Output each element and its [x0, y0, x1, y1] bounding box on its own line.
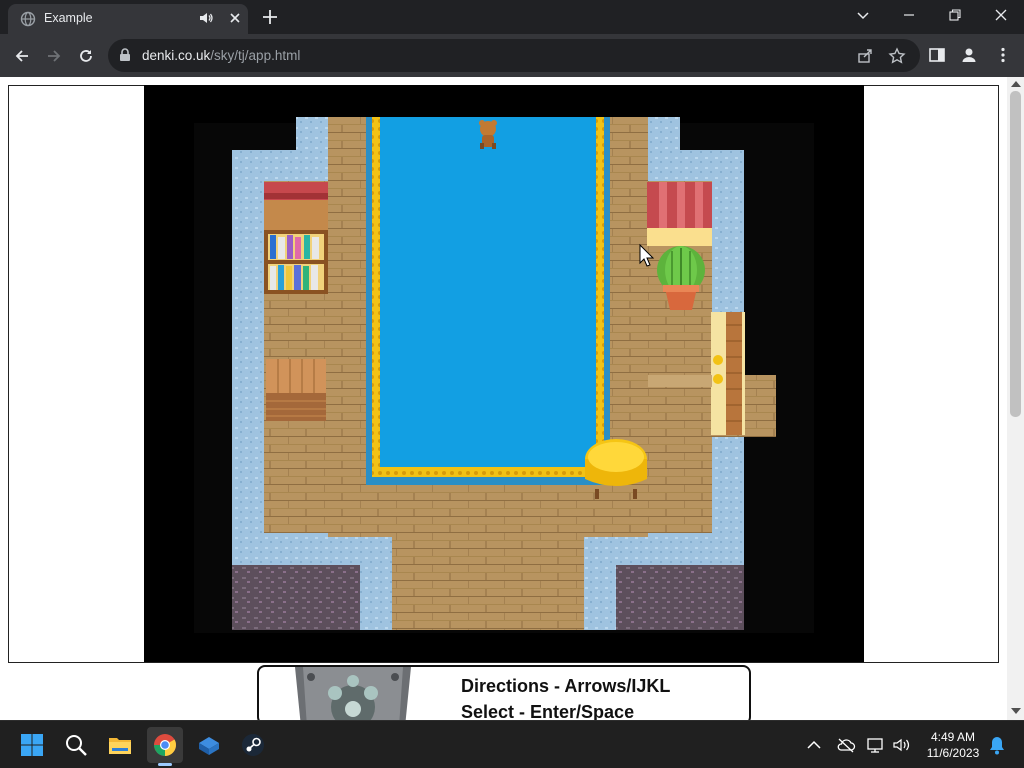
scrollbar-thumb[interactable]	[1010, 91, 1021, 417]
globe-icon	[20, 11, 36, 27]
plus-icon[interactable]	[259, 6, 281, 28]
minimize-button[interactable]	[894, 4, 924, 28]
browser-toolbar: denki.co.uk/sky/tj/app.html	[0, 34, 1024, 77]
chevron-up-icon[interactable]	[804, 736, 824, 754]
address-bar[interactable]: denki.co.uk/sky/tj/app.html	[108, 39, 920, 72]
active-app-indicator	[158, 763, 172, 766]
steam-button[interactable]	[235, 727, 271, 763]
clock-date: 11/6/2023	[926, 746, 980, 760]
scroll-up-arrow-icon[interactable]	[1011, 81, 1021, 87]
windows-taskbar: 4:49 AM 11/6/2023	[0, 720, 1024, 768]
game-canvas[interactable]	[144, 85, 864, 662]
search-icon	[66, 735, 87, 756]
virtualbox-icon	[199, 737, 219, 755]
chrome-icon	[154, 734, 176, 756]
lock-icon[interactable]	[119, 48, 131, 62]
file-explorer-button[interactable]	[102, 727, 138, 763]
blue-pool	[366, 117, 610, 485]
minimize-icon	[904, 14, 914, 16]
kebab-menu-icon[interactable]	[994, 46, 1012, 64]
search-button[interactable]	[58, 727, 94, 763]
browser-tab[interactable]: Example	[8, 4, 248, 34]
tab-search-button[interactable]	[848, 4, 878, 28]
chevron-down-icon	[857, 12, 869, 20]
folder-icon	[109, 738, 131, 754]
browser-title-bar: Example	[0, 0, 1024, 34]
speaker-icon[interactable]	[198, 10, 214, 26]
game-scene	[194, 117, 814, 633]
chrome-taskbar-button[interactable]	[147, 727, 183, 763]
scroll-down-arrow-icon[interactable]	[1011, 708, 1021, 714]
stone-floor-right	[616, 565, 744, 630]
start-button[interactable]	[14, 727, 50, 763]
share-icon[interactable]	[856, 47, 874, 65]
url-path: /sky/tj/app.html	[210, 48, 301, 63]
side-panel-icon[interactable]	[928, 46, 946, 64]
star-icon[interactable]	[888, 47, 906, 65]
clock-time: 4:49 AM	[930, 730, 976, 744]
close-icon[interactable]	[226, 9, 244, 27]
back-arrow-icon	[15, 50, 28, 62]
remote-control-image	[295, 667, 411, 723]
forward-button[interactable]	[40, 42, 68, 70]
system-clock[interactable]: 4:49 AM 11/6/2023	[920, 729, 986, 761]
steam-icon	[242, 734, 264, 756]
page-scrollbar[interactable]	[1007, 77, 1024, 720]
restore-button[interactable]	[940, 4, 970, 28]
tab-title: Example	[44, 11, 93, 25]
restore-icon	[949, 9, 961, 21]
virtualbox-button[interactable]	[191, 727, 227, 763]
back-button[interactable]	[8, 42, 36, 70]
notification-bell-icon[interactable]	[988, 735, 1006, 755]
url-text: denki.co.uk/sky/tj/app.html	[142, 48, 300, 63]
window-curtain	[647, 182, 712, 246]
cloud-offline-icon[interactable]	[836, 736, 856, 754]
bookshelf	[264, 182, 328, 294]
close-window-icon	[995, 9, 1007, 21]
close-window-button[interactable]	[986, 4, 1016, 28]
url-domain: denki.co.uk	[142, 48, 211, 63]
wooden-crates	[266, 359, 326, 421]
windows-logo-icon	[21, 734, 43, 756]
stone-floor-left	[232, 565, 360, 630]
forward-arrow-icon	[48, 50, 61, 62]
reload-icon	[80, 50, 92, 62]
directions-instruction: Directions - Arrows/IJKL	[461, 676, 671, 696]
controls-panel: Directions - Arrows/IJKL Select - Enter/…	[257, 665, 751, 725]
reload-button[interactable]	[72, 42, 100, 70]
volume-icon[interactable]	[892, 736, 912, 754]
profile-icon[interactable]	[960, 46, 978, 64]
network-icon[interactable]	[866, 736, 886, 754]
